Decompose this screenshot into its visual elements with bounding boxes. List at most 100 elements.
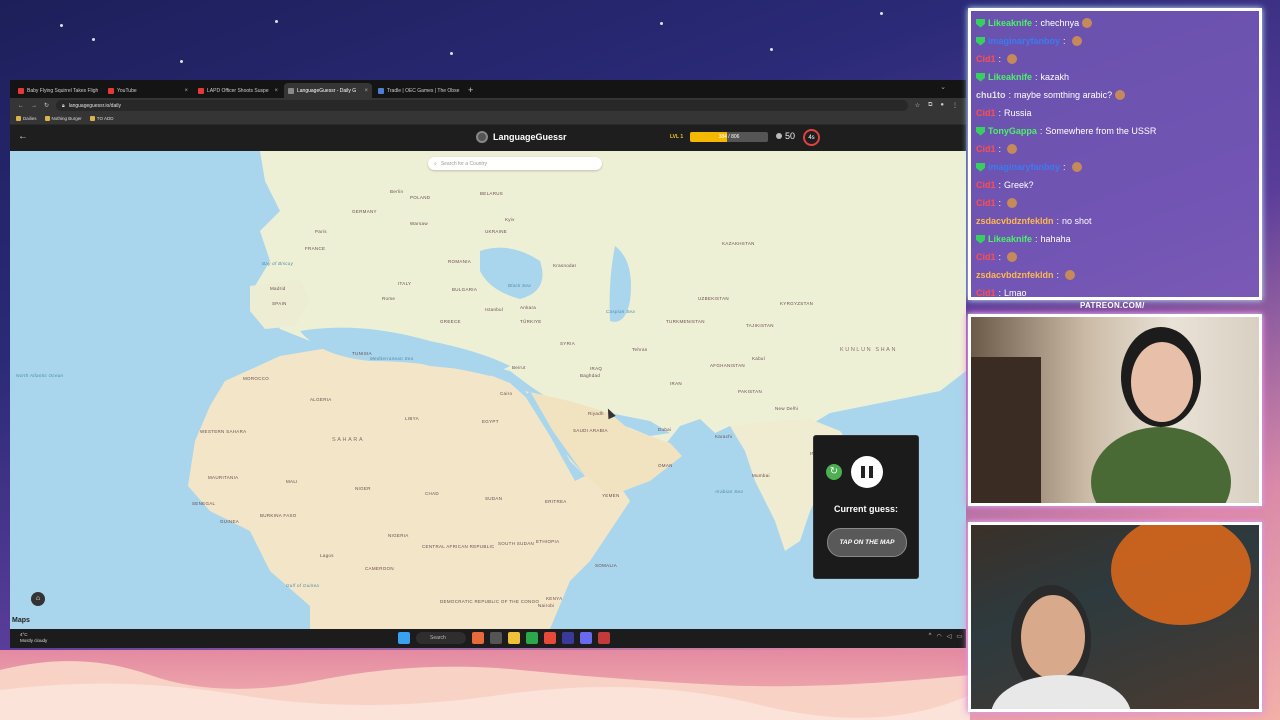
chat-username[interactable]: chu1to xyxy=(976,86,1006,104)
chat-message: chu1to: maybe somthing arabic? xyxy=(976,86,1254,104)
app-icon[interactable] xyxy=(526,632,538,644)
windows-start-icon[interactable] xyxy=(398,632,410,644)
chat-username[interactable]: Likeaknife xyxy=(988,14,1032,32)
world-map[interactable]: ⌕ Search for a Country POLAND BELARUS UK… xyxy=(10,151,966,629)
app-icon[interactable] xyxy=(562,632,574,644)
chat-text: hahaha xyxy=(1040,234,1071,244)
moderator-badge-icon xyxy=(976,36,985,46)
bookmark-item[interactable]: Nothing Burger xyxy=(44,116,82,121)
current-guess-label: Current guess: xyxy=(833,504,898,514)
chat-text: Somewhere from the USSR xyxy=(1045,126,1157,136)
chat-username[interactable]: zsdacvbdznfekldn xyxy=(976,266,1054,284)
chat-username[interactable]: Likeaknife xyxy=(988,68,1032,86)
bookmark-label: Nothing Burger xyxy=(51,116,82,121)
refresh-button[interactable]: ↻ xyxy=(826,464,842,480)
profile-icon[interactable]: ● xyxy=(940,102,944,109)
chat-username[interactable]: Cid1 xyxy=(976,50,996,68)
tap-on-map-button[interactable]: TAP ON THE MAP xyxy=(827,528,907,557)
close-icon[interactable]: × xyxy=(184,88,188,94)
back-arrow-icon[interactable]: ← xyxy=(18,131,28,142)
url-text: languageguessr.io/daily xyxy=(68,102,121,109)
close-icon[interactable]: × xyxy=(101,88,102,94)
face-shape xyxy=(1021,595,1085,679)
chat-username[interactable]: Cid1 xyxy=(976,176,996,194)
browser-tab[interactable]: YouTube × xyxy=(104,83,192,98)
chevron-up-icon[interactable]: ^ xyxy=(929,633,932,640)
map-label-country: BULGARIA xyxy=(452,287,478,292)
chat-username[interactable]: imaginaryfanboy xyxy=(988,158,1060,176)
network-icon[interactable]: ◠ xyxy=(936,633,941,640)
extensions-icon[interactable]: ⧉ xyxy=(928,102,932,109)
chat-username[interactable]: imaginaryfanboy xyxy=(988,32,1060,50)
browser-tab[interactable]: LAPD Officer Shoots Suspe × xyxy=(194,83,282,98)
chat-username[interactable]: Cid1 xyxy=(976,248,996,266)
tab-favicon-icon xyxy=(378,87,384,94)
chat-text: Russia xyxy=(1004,108,1032,118)
map-label-region: SAHARA xyxy=(332,437,365,443)
address-row: ← → ↻ 🔒︎ languageguessr.io/daily ☆ ⧉ ● ⋮ xyxy=(10,98,966,113)
shirt-shape xyxy=(991,675,1131,709)
pause-button[interactable] xyxy=(851,456,883,488)
chat-username[interactable]: zsdacvbdznfekldn xyxy=(976,212,1054,230)
chat-separator: : xyxy=(1039,126,1043,136)
webcam-streamer-2 xyxy=(968,522,1262,712)
chat-username[interactable]: Likeaknife xyxy=(988,230,1032,248)
country-search-input[interactable]: ⌕ Search for a Country xyxy=(428,157,602,170)
app-icon[interactable] xyxy=(598,632,610,644)
bookmark-item[interactable]: Dailies xyxy=(16,116,37,121)
chat-separator: : xyxy=(1056,270,1060,280)
maps-provider-label: Maps xyxy=(12,617,30,624)
reload-icon[interactable]: ↻ xyxy=(44,102,49,109)
address-bar[interactable]: 🔒︎ languageguessr.io/daily xyxy=(56,100,908,111)
map-label-country: UKRAINE xyxy=(485,229,508,234)
weather-widget[interactable]: 4°C Mostly cloudy xyxy=(20,632,47,644)
brand[interactable]: LanguageGuessr xyxy=(476,131,567,143)
folder-icon xyxy=(16,116,21,121)
battery-icon[interactable]: ▭ xyxy=(956,633,962,640)
browser-tab[interactable]: Tradle | OEC Games | The Obse× xyxy=(374,83,462,98)
system-tray: ^ ◠ ◁ ▭ xyxy=(929,633,962,640)
folder-icon[interactable] xyxy=(508,632,520,644)
chat-text: kazakh xyxy=(1040,72,1070,82)
taskbar-search[interactable]: Search xyxy=(416,632,466,644)
chat-message: imaginaryfanboy: xyxy=(976,158,1254,176)
map-label-country: KAZAKHSTAN xyxy=(722,241,755,246)
chevron-down-icon[interactable]: ⌄ xyxy=(940,83,946,91)
volume-icon[interactable]: ◁ xyxy=(947,633,952,640)
chat-username[interactable]: Cid1 xyxy=(976,194,996,212)
bookmark-item[interactable]: TO ADD xyxy=(89,116,113,121)
moderator-badge-icon xyxy=(976,162,985,172)
back-icon[interactable]: ← xyxy=(18,103,24,109)
chrome-icon[interactable] xyxy=(544,632,556,644)
chat-message: zsdacvbdznfekldn: xyxy=(976,266,1254,284)
chat-separator: : xyxy=(1063,36,1066,46)
chat-username[interactable]: Cid1 xyxy=(976,104,996,122)
map-label-country: MOROCCO xyxy=(243,376,270,381)
menu-icon[interactable]: ⋮ xyxy=(952,102,958,109)
chat-username[interactable]: TonyGappa xyxy=(988,122,1037,140)
chat-username[interactable]: Cid1 xyxy=(976,140,996,158)
close-icon[interactable]: × xyxy=(364,88,368,94)
close-icon[interactable]: × xyxy=(274,88,278,94)
stream-chat: Likeaknife: chechnya imaginaryfanboy: Cid1:… xyxy=(968,8,1262,300)
browser-tab[interactable]: Baby Flying Squirrel Takes Fligh× xyxy=(14,83,102,98)
map-label-country: AFGHANISTAN xyxy=(710,363,745,368)
map-label-sea: Mediterranean Sea xyxy=(370,356,414,361)
discord-icon[interactable] xyxy=(580,632,592,644)
emote-icon xyxy=(1065,270,1076,280)
app-icon[interactable] xyxy=(490,632,502,644)
map-label-country: EGYPT xyxy=(482,419,499,424)
browser-tab-active[interactable]: LanguageGuessr - Daily G × xyxy=(284,83,372,98)
chat-username[interactable]: Cid1 xyxy=(976,284,996,297)
bookmark-label: Dailies xyxy=(23,116,37,121)
new-tab-button[interactable]: + xyxy=(464,83,477,98)
map-label-country: CHAD xyxy=(425,491,439,496)
forward-icon[interactable]: → xyxy=(31,103,37,109)
map-label-city: Paris xyxy=(315,229,327,234)
compass-button[interactable]: ⌂ xyxy=(31,592,45,606)
emote-icon xyxy=(1007,54,1018,64)
chat-message: TonyGappa: Somewhere from the USSR xyxy=(976,122,1254,140)
chat-message: Cid1: Greek? xyxy=(976,176,1254,194)
app-icon[interactable] xyxy=(472,632,484,644)
star-icon[interactable]: ☆ xyxy=(915,102,920,109)
